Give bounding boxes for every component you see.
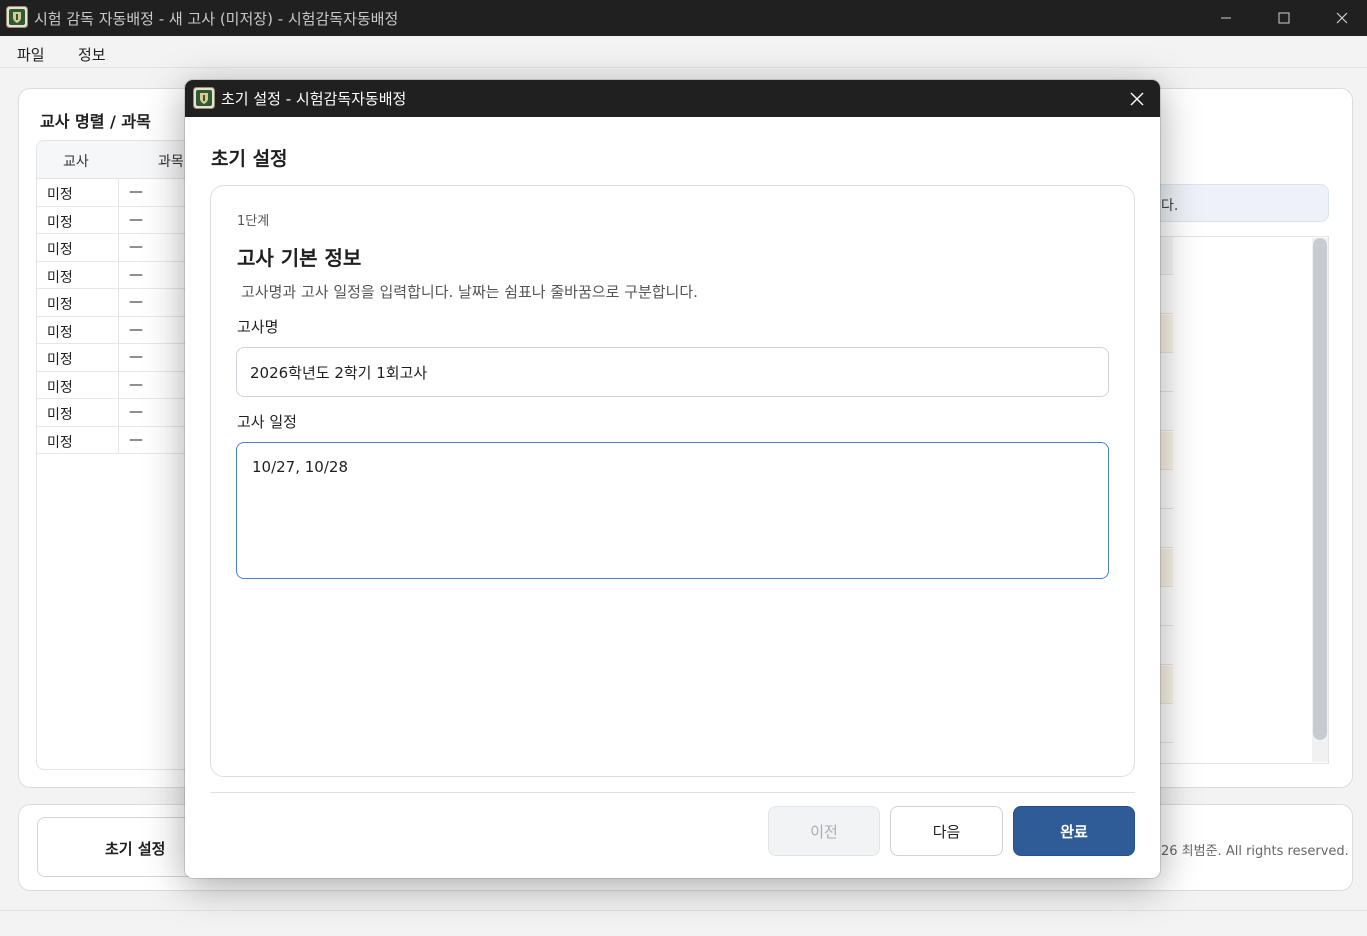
menu-file[interactable]: 파일 <box>17 44 45 65</box>
scrollbar-thumb[interactable] <box>1313 238 1327 740</box>
teacher-cell: 미정 <box>47 407 73 423</box>
initial-setup-button-label: 초기 설정 <box>105 840 166 858</box>
minimize-button[interactable] <box>1197 0 1255 36</box>
dialog-footer-divider <box>210 792 1135 793</box>
teacher-cell: 미정 <box>47 324 73 341</box>
close-window-button[interactable] <box>1313 0 1367 36</box>
subject-cell: — <box>129 431 143 448</box>
next-button-label: 다음 <box>932 822 961 841</box>
dialog-title: 초기 설정 - 시험감독자동배정 <box>221 90 407 108</box>
step-description: 고사명과 고사 일정을 입력합니다. 날짜는 쉼표나 줄바꿈으로 구분합니다. <box>241 283 698 301</box>
info-banner: 다. <box>1140 184 1329 222</box>
subject-cell: — <box>129 266 143 283</box>
teacher-cell: 미정 <box>47 297 73 313</box>
done-button-label: 완료 <box>1060 822 1088 841</box>
done-button[interactable]: 완료 <box>1013 806 1135 856</box>
teacher-cell: 미정 <box>47 434 73 451</box>
table-row[interactable]: 미정 — <box>37 316 195 344</box>
column-header-teacher[interactable]: 교사 <box>63 151 89 171</box>
step-label: 1단계 <box>237 214 270 229</box>
teacher-table-header: 교사 과목 <box>37 141 195 179</box>
table-row[interactable]: 미정 — <box>37 206 195 234</box>
table-row[interactable]: 미정 — <box>37 179 195 207</box>
dialog-heading: 초기 설정 <box>211 148 288 170</box>
dialog-close-button[interactable] <box>1114 80 1160 117</box>
maximize-icon <box>1278 12 1290 24</box>
menu-info[interactable]: 정보 <box>78 44 106 65</box>
menu-bar: 파일 정보 <box>0 36 1367 68</box>
app-shield-icon <box>193 87 215 109</box>
info-banner-text: 다. <box>1161 198 1179 214</box>
step-card: 1단계 고사 기본 정보 고사명과 고사 일정을 입력합니다. 날짜는 쉼표나 … <box>210 185 1135 777</box>
teacher-table: 교사 과목 미정 — 미정 — 미정 — 미정 — 미정 — 미정 — 미정 — 미정 — 미정… <box>36 140 196 770</box>
window-title: 시험 감독 자동배정 - 새 고사 (미저장) - 시험감독자동배정 <box>34 10 399 28</box>
teacher-cell: 미정 <box>47 187 73 203</box>
teacher-cell: 미정 <box>47 352 73 368</box>
subject-cell: — <box>129 184 143 200</box>
table-row[interactable]: 미정 — <box>37 261 195 289</box>
subject-cell: — <box>129 321 143 338</box>
close-icon <box>1130 92 1144 105</box>
close-icon <box>1336 12 1348 24</box>
maximize-button[interactable] <box>1255 0 1313 36</box>
schedule-grid[interactable] <box>1150 236 1329 764</box>
subject-cell: — <box>129 349 143 365</box>
minimize-icon <box>1221 17 1231 19</box>
subject-cell: — <box>129 376 143 393</box>
subject-cell: — <box>129 294 143 310</box>
exam-name-label: 고사명 <box>237 318 279 336</box>
table-row[interactable]: 미정 — <box>37 399 195 427</box>
column-header-subject[interactable]: 과목 <box>158 151 184 171</box>
exam-schedule-textarea[interactable]: 10/27, 10/28 <box>236 442 1109 579</box>
table-row[interactable]: 미정 — <box>37 289 195 317</box>
setup-dialog: 초기 설정 - 시험감독자동배정 초기 설정 1단계 고사 기본 정보 고사명과… <box>185 80 1160 878</box>
teacher-cell: 미정 <box>47 242 73 258</box>
table-row[interactable]: 미정 — <box>37 371 195 399</box>
subject-cell: — <box>129 211 143 228</box>
subject-cell: — <box>129 404 143 420</box>
exam-name-input[interactable] <box>236 347 1109 397</box>
table-row[interactable]: 미정 — <box>37 234 195 262</box>
copyright-text: 26 최범준. All rights reserved. <box>1161 844 1349 859</box>
exam-schedule-label: 고사 일정 <box>237 413 297 431</box>
teacher-cell: 미정 <box>47 214 73 231</box>
next-button[interactable]: 다음 <box>890 806 1003 856</box>
teacher-roster-title: 교사 명렬 / 과목 <box>40 112 151 131</box>
subject-cell: — <box>129 239 143 255</box>
prev-button-label: 이전 <box>810 822 838 841</box>
dialog-titlebar: 초기 설정 - 시험감독자동배정 <box>185 80 1160 117</box>
window-titlebar: 시험 감독 자동배정 - 새 고사 (미저장) - 시험감독자동배정 <box>0 0 1367 36</box>
table-row[interactable]: 미정 — <box>37 426 195 454</box>
app-shield-icon <box>6 6 28 28</box>
prev-button[interactable]: 이전 <box>768 806 880 856</box>
teacher-cell: 미정 <box>47 269 73 286</box>
status-bar-divider <box>0 910 1367 911</box>
teacher-cell: 미정 <box>47 379 73 396</box>
table-row[interactable]: 미정 — <box>37 344 195 372</box>
step-title: 고사 기본 정보 <box>237 246 362 270</box>
